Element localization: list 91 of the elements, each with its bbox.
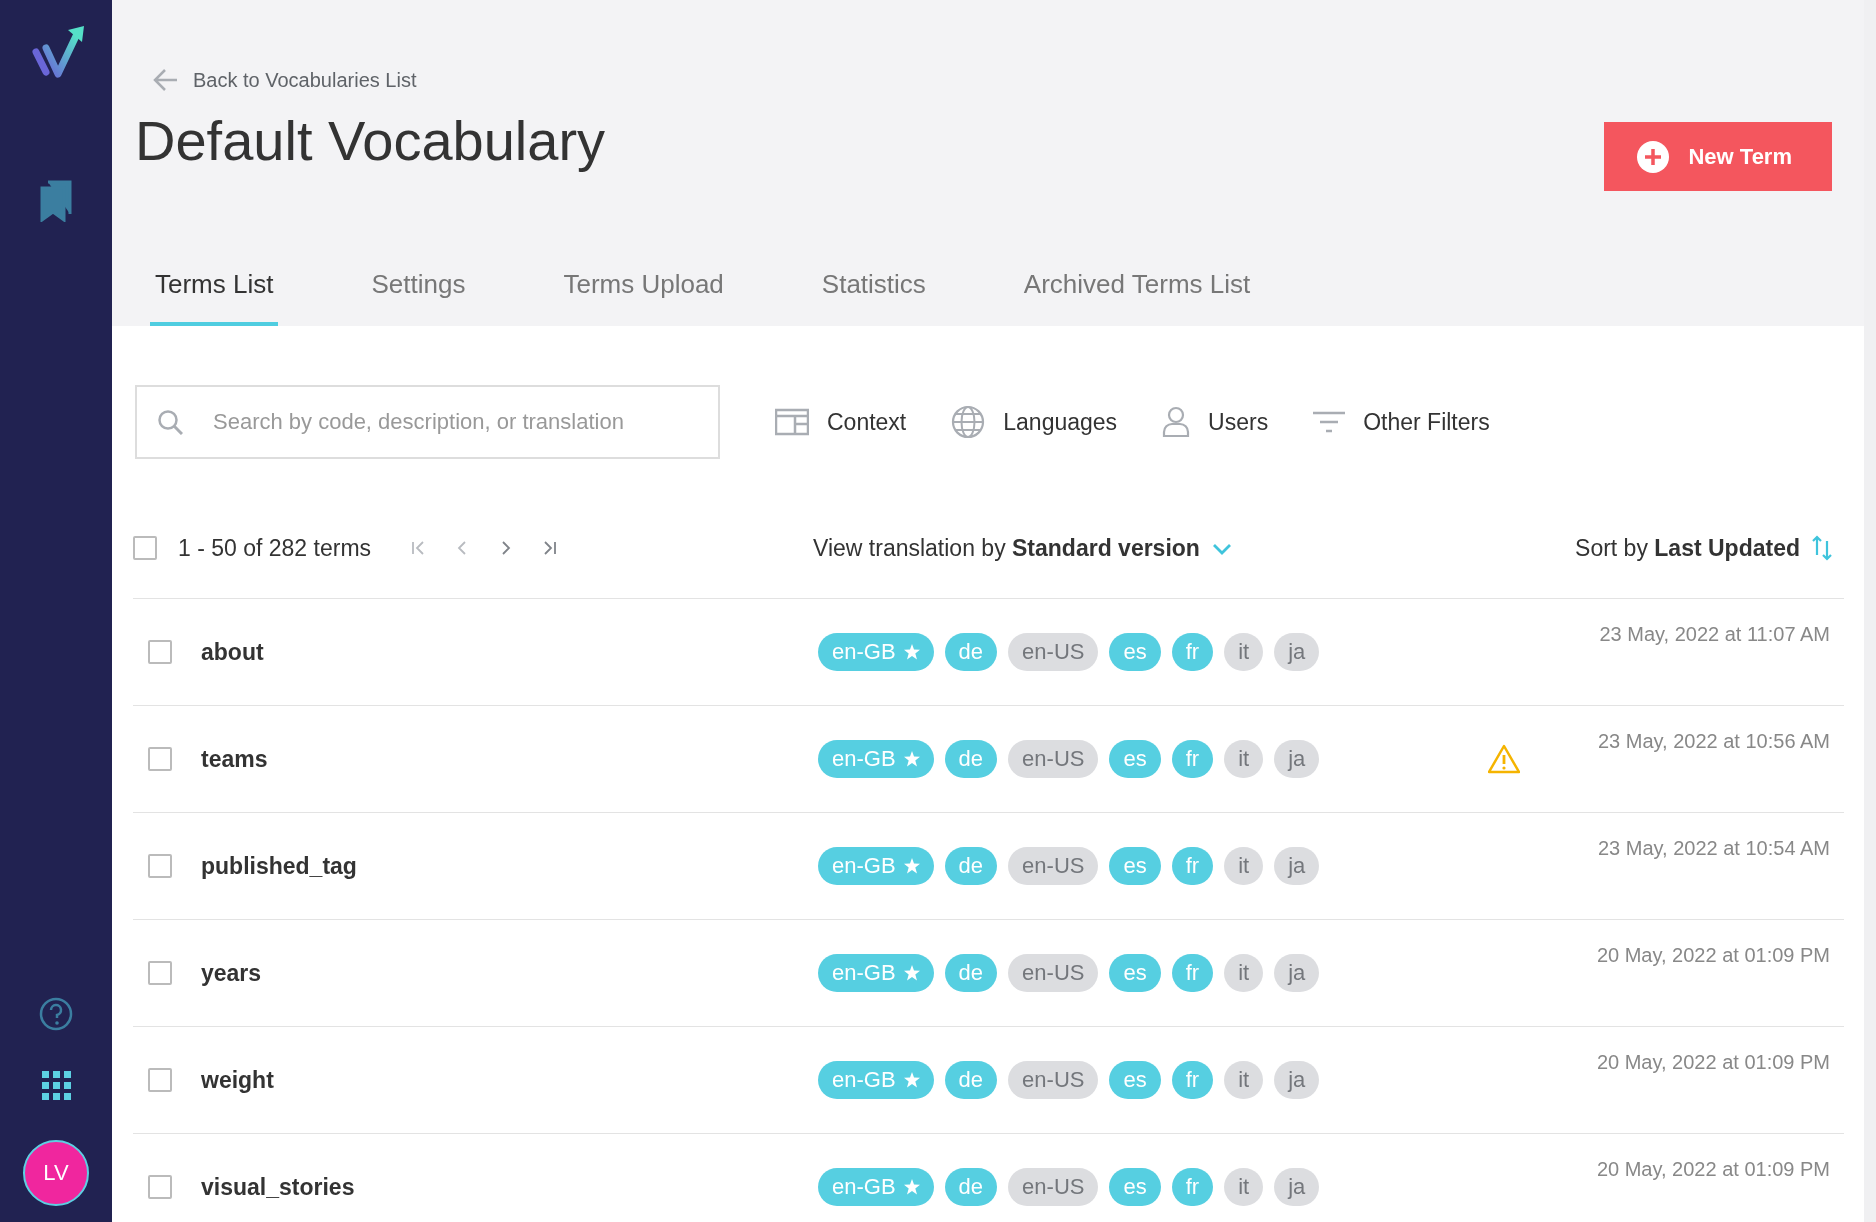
language-tag[interactable]: en-US xyxy=(1008,1168,1099,1206)
page-title: Default Vocabulary xyxy=(135,108,607,173)
language-tag[interactable]: es xyxy=(1109,633,1161,671)
filter-icon xyxy=(1313,410,1346,434)
language-tag[interactable]: de xyxy=(944,1168,998,1206)
language-tag[interactable]: it xyxy=(1224,740,1264,778)
checkbox[interactable] xyxy=(148,961,172,985)
language-tag[interactable]: en-US xyxy=(1008,633,1099,671)
tab[interactable]: Statistics xyxy=(816,269,931,326)
language-tag[interactable]: en-GB xyxy=(818,1061,934,1099)
language-tag[interactable]: es xyxy=(1109,954,1161,992)
language-tag[interactable]: ja xyxy=(1274,954,1320,992)
globe-icon xyxy=(951,405,986,439)
language-tag[interactable]: en-GB xyxy=(818,740,934,778)
language-tag[interactable]: en-GB xyxy=(818,954,934,992)
language-tag[interactable]: fr xyxy=(1171,954,1214,992)
tab[interactable]: Settings xyxy=(366,269,471,326)
language-tag[interactable]: en-US xyxy=(1008,847,1099,885)
language-tag[interactable]: de xyxy=(944,633,998,671)
language-tag[interactable]: de xyxy=(944,954,998,992)
checkbox[interactable] xyxy=(148,1175,172,1199)
filter-button[interactable]: Other Filters xyxy=(1313,408,1490,436)
updated-date: 20 May, 2022 at 01:09 PM xyxy=(1595,944,1831,967)
checkbox[interactable] xyxy=(148,1068,172,1092)
language-tag[interactable]: de xyxy=(944,847,998,885)
bookmarks-icon[interactable] xyxy=(38,180,74,222)
range-count: 1 - 50 of 282 terms xyxy=(178,534,372,562)
language-tag[interactable]: en-US xyxy=(1008,1061,1099,1099)
checkbox[interactable] xyxy=(148,640,172,664)
updated-date: 23 May, 2022 at 11:07 AM xyxy=(1598,623,1831,646)
language-tag[interactable]: it xyxy=(1224,1168,1264,1206)
language-tag[interactable]: ja xyxy=(1274,847,1320,885)
language-tag[interactable]: en-GB xyxy=(818,847,934,885)
language-tag[interactable]: de xyxy=(944,740,998,778)
first-page-icon[interactable] xyxy=(411,540,426,556)
last-page-icon[interactable] xyxy=(543,540,558,556)
language-tag[interactable]: es xyxy=(1109,1061,1161,1099)
checkbox[interactable] xyxy=(133,536,157,560)
language-tag[interactable]: de xyxy=(944,1061,998,1099)
plus-icon xyxy=(1636,139,1671,174)
updated-date: 20 May, 2022 at 01:09 PM xyxy=(1595,1158,1831,1181)
view-translation-dropdown[interactable]: View translation by Standard version xyxy=(813,534,1576,562)
filter-button[interactable]: Users xyxy=(1162,406,1269,438)
language-tag[interactable]: fr xyxy=(1171,847,1214,885)
language-tag[interactable]: fr xyxy=(1171,740,1214,778)
layout-icon xyxy=(775,408,809,436)
language-tag[interactable]: en-GB xyxy=(818,633,934,671)
language-tag[interactable]: ja xyxy=(1274,1168,1320,1206)
language-tag[interactable]: es xyxy=(1109,847,1161,885)
user-avatar[interactable]: LV xyxy=(23,1140,89,1206)
search-field[interactable]: Search by code, description, or translation xyxy=(135,385,720,459)
language-tag[interactable]: it xyxy=(1224,633,1264,671)
tab[interactable]: Archived Terms List xyxy=(1018,269,1256,326)
tab[interactable]: Terms List xyxy=(150,269,279,326)
term-name[interactable]: years xyxy=(201,959,818,987)
checkbox[interactable] xyxy=(148,854,172,878)
search-icon xyxy=(157,409,183,435)
language-tag[interactable]: en-US xyxy=(1008,740,1099,778)
term-name[interactable]: visual_stories xyxy=(201,1173,818,1201)
language-tag[interactable]: it xyxy=(1224,1061,1264,1099)
updated-date: 20 May, 2022 at 01:09 PM xyxy=(1595,1051,1831,1074)
checkbox[interactable] xyxy=(148,747,172,771)
tab[interactable]: Terms Upload xyxy=(558,269,729,326)
updated-date: 23 May, 2022 at 10:54 AM xyxy=(1597,837,1831,860)
updated-date: 23 May, 2022 at 10:56 AM xyxy=(1597,730,1831,753)
filter-button[interactable]: Context xyxy=(775,408,907,436)
language-tag[interactable]: en-US xyxy=(1008,954,1099,992)
language-tag[interactable]: ja xyxy=(1274,740,1320,778)
language-tag[interactable]: fr xyxy=(1171,1061,1214,1099)
view-translation-label: View translation by Standard version xyxy=(813,534,1200,562)
language-tag[interactable]: es xyxy=(1109,740,1161,778)
apps-grid-icon[interactable] xyxy=(41,1071,71,1100)
chevron-down-icon xyxy=(1211,541,1232,555)
language-tag[interactable]: fr xyxy=(1171,1168,1214,1206)
back-link[interactable]: Back to Vocabularies List xyxy=(135,66,1605,94)
language-tag[interactable]: en-GB xyxy=(818,1168,934,1206)
term-name[interactable]: published_tag xyxy=(201,852,818,880)
help-icon[interactable] xyxy=(39,997,73,1031)
term-name[interactable]: about xyxy=(201,638,818,666)
filter-button[interactable]: Languages xyxy=(951,405,1118,439)
language-tag[interactable]: it xyxy=(1224,847,1264,885)
language-tag[interactable]: es xyxy=(1109,1168,1161,1206)
language-tag[interactable]: ja xyxy=(1274,1061,1320,1099)
term-name[interactable]: teams xyxy=(201,745,818,773)
user-icon xyxy=(1162,406,1191,438)
new-term-button[interactable]: New Term xyxy=(1604,122,1832,191)
language-tag[interactable]: it xyxy=(1224,954,1264,992)
language-tag[interactable]: fr xyxy=(1171,633,1214,671)
term-name[interactable]: weight xyxy=(201,1066,818,1094)
language-tag[interactable]: ja xyxy=(1274,633,1320,671)
sort-arrows-icon xyxy=(1812,535,1832,561)
